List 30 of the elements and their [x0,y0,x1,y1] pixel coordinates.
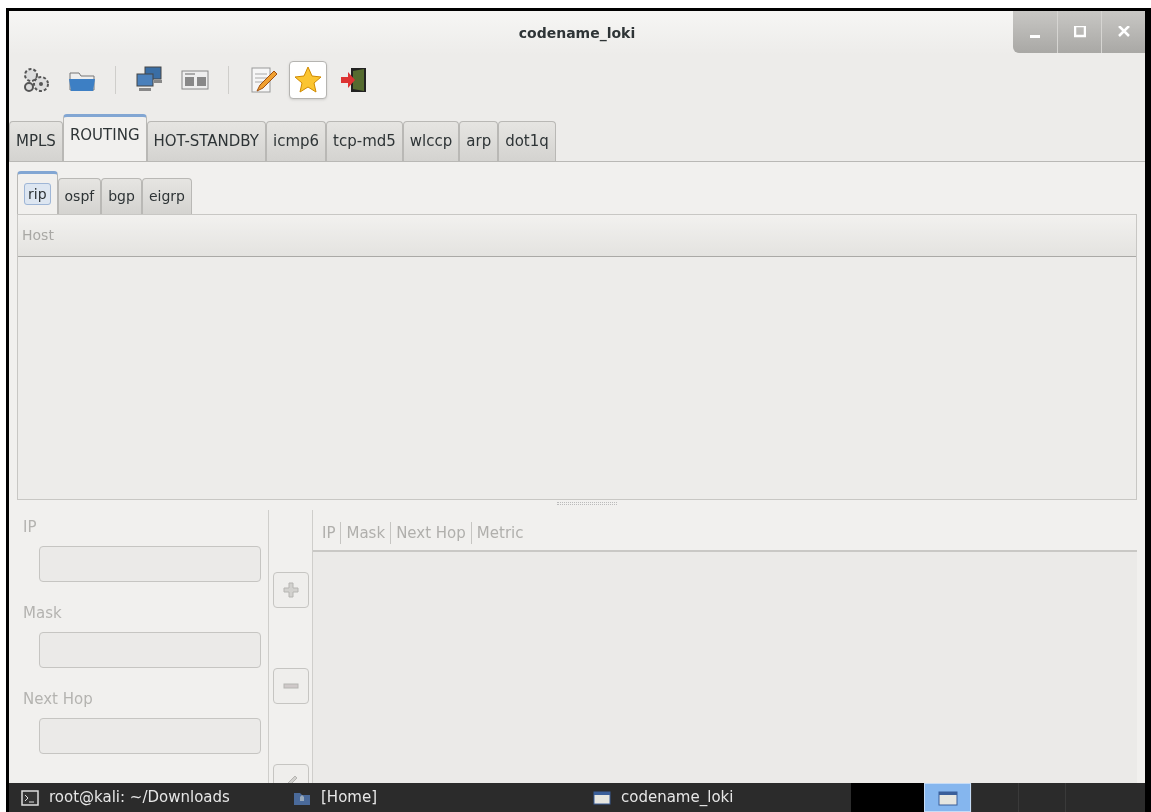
terminal-icon [21,789,39,806]
exit-door-icon [339,65,369,95]
tab[interactable]: tcp-md5 [326,121,403,161]
tab[interactable]: ROUTING [62,114,147,162]
star-icon [293,65,323,95]
pane-handle[interactable] [557,502,617,505]
tab[interactable]: wlccp [402,121,460,161]
gears-icon [21,65,51,95]
field-label: Mask [23,602,63,624]
tab[interactable]: rip [17,171,58,215]
taskbar-item[interactable]: root@kali: ~/Downloads [9,783,281,812]
window-icon [593,789,611,806]
tab[interactable]: icmp6 [266,121,327,161]
window-title: codename_loki [518,23,636,44]
tab[interactable]: ospf [57,178,102,214]
close-icon [1117,26,1130,38]
tab[interactable]: HOT-STANDBY [146,121,266,161]
field-label: IP [23,516,38,538]
tab[interactable]: dot1q [498,121,556,161]
field-label: Next Hop [23,688,94,710]
window-icon [937,789,958,806]
taskbar-item[interactable]: [Home] [281,783,581,812]
tab[interactable]: MPLS [9,121,63,161]
tab[interactable]: arp [459,121,499,161]
plus-icon [282,582,299,598]
minimize-icon [1030,34,1040,38]
maximize-icon [1073,26,1086,38]
tab[interactable]: eigrp [141,178,192,214]
tab[interactable]: bgp [101,178,142,214]
taskbar-item[interactable]: codename_loki [581,783,851,812]
